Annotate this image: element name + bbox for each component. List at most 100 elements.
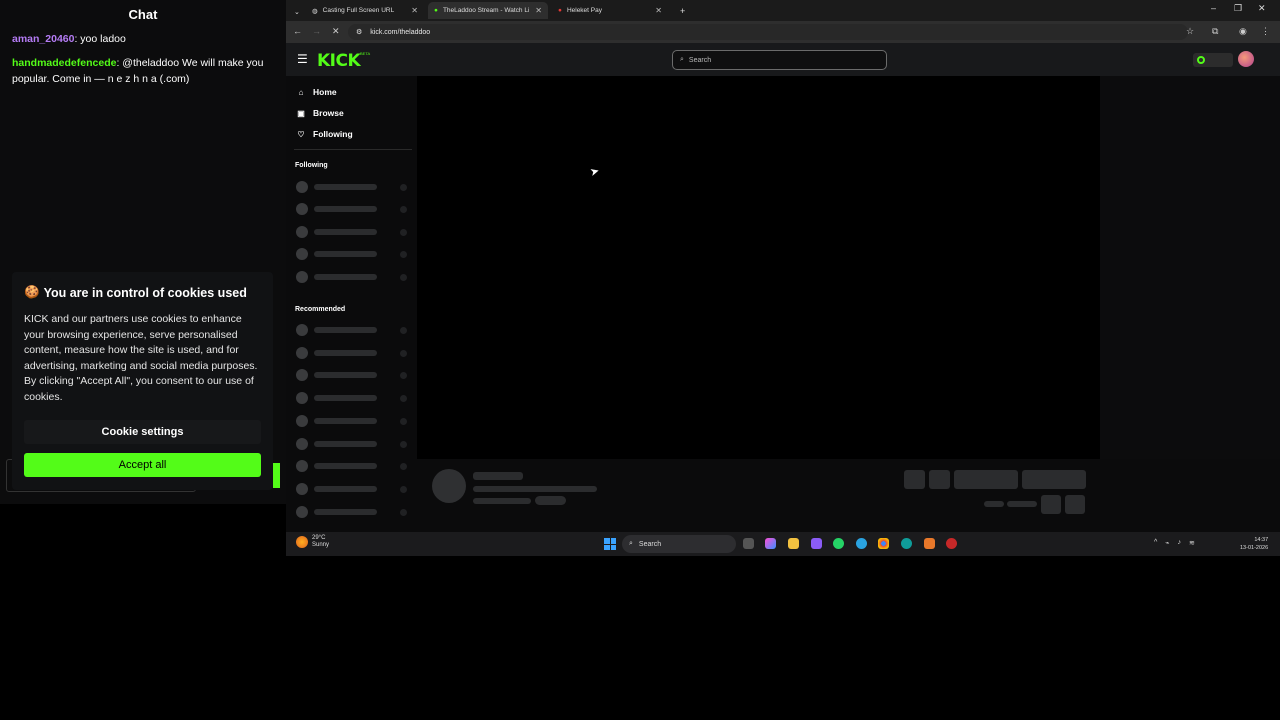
search-icon: ⌕ (680, 56, 684, 63)
app-icon[interactable] (946, 538, 957, 549)
hamburger-menu-icon[interactable]: ☰ (297, 52, 308, 66)
channel-skeleton (296, 483, 411, 495)
tab-strip: ⌄ ◍ Casting Full Screen URL ✕ ● TheLaddo… (286, 0, 1280, 21)
weather-temp: 29°C (312, 535, 326, 541)
skeleton-button (954, 470, 1018, 489)
site-info-icon[interactable]: ⚙ (356, 28, 362, 36)
file-explorer-icon[interactable] (788, 538, 799, 549)
app-icon[interactable] (811, 538, 822, 549)
bookmark-star-icon[interactable]: ☆ (1186, 26, 1194, 37)
mic-icon[interactable]: ♪ (1178, 539, 1182, 547)
new-tab-button[interactable]: + (674, 2, 691, 19)
skeleton-button (1065, 495, 1085, 514)
forward-icon[interactable]: → (312, 26, 321, 36)
close-tab-icon[interactable]: ✕ (411, 6, 418, 15)
copilot-icon[interactable] (765, 538, 776, 549)
weather-widget[interactable]: 29°C Sunny (296, 535, 329, 549)
clock[interactable]: 14:37 13-01-2026 (1240, 536, 1268, 552)
chat-message: aman_20460: yoo ladoo (0, 31, 286, 47)
skeleton-button (1022, 470, 1086, 489)
kick-page: ☰ KICK BETA ⌕ Search ⌂ Home ▣ Browse ♡ F… (286, 43, 1280, 532)
cookie-body: KICK and our partners use cookies to enh… (24, 313, 258, 403)
profile-icon[interactable]: ◉ (1239, 26, 1247, 37)
sidebar-item-following[interactable]: ♡ Following (296, 129, 352, 139)
sidebar-divider (294, 149, 412, 150)
restore-icon[interactable]: ❐ (1234, 3, 1242, 14)
channel-skeleton (296, 506, 411, 518)
cookie-title: 🍪 You are in control of cookies used (24, 285, 261, 300)
recommended-section-title: Recommended (295, 306, 346, 313)
kick-header: ☰ KICK BETA ⌕ Search (286, 43, 1280, 76)
tab-search-menu-icon[interactable]: ⌄ (288, 3, 306, 20)
accept-all-button[interactable]: Accept all (24, 453, 261, 477)
search-placeholder: Search (688, 56, 712, 64)
sidebar-item-label: Home (313, 87, 337, 97)
stop-loading-icon[interactable]: ✕ (332, 26, 340, 37)
channel-skeleton (296, 226, 411, 238)
following-section-title: Following (295, 162, 328, 169)
whatsapp-icon[interactable] (833, 538, 844, 549)
url-text: kick.com/theladdoo (370, 28, 431, 36)
kick-logo[interactable]: KICK (317, 51, 361, 71)
back-icon[interactable]: ← (293, 26, 302, 36)
chrome-icon[interactable] (878, 538, 889, 549)
channel-skeleton (296, 271, 411, 283)
channel-skeleton (296, 369, 411, 381)
streamer-avatar-skeleton (432, 469, 466, 503)
browser-toolbar: ← → ✕ ⚙ kick.com/theladdoo ☆ ⧉ ◉ ⋮ (286, 21, 1280, 43)
address-bar[interactable]: ⚙ kick.com/theladdoo (348, 24, 1188, 40)
chevron-up-icon[interactable]: ^ (1154, 539, 1157, 547)
close-tab-icon[interactable]: ✕ (535, 6, 542, 15)
avatar[interactable] (1238, 51, 1254, 67)
search-icon: ⌕ (629, 540, 633, 547)
network-icon[interactable]: ⌁ (1165, 539, 1169, 547)
close-tab-icon[interactable]: ✕ (655, 6, 662, 15)
skeleton-button (1041, 495, 1061, 514)
chat-username[interactable]: handmadedefencede (12, 57, 116, 69)
chat-panel: Chat aman_20460: yoo ladoo handmadedefen… (0, 0, 286, 504)
channel-skeleton (296, 347, 411, 359)
chat-send-button-edge[interactable] (273, 463, 280, 488)
channel-skeleton (296, 181, 411, 193)
menu-icon[interactable]: ⋮ (1261, 26, 1270, 37)
cookie-settings-button[interactable]: Cookie settings (24, 420, 261, 444)
tab-label: Heleket Pay (566, 7, 602, 14)
sun-icon (296, 536, 308, 548)
task-view-icon[interactable] (743, 538, 754, 549)
channel-skeleton (296, 324, 411, 336)
video-player[interactable] (417, 76, 1100, 459)
windows-start-icon[interactable] (604, 538, 616, 550)
edge-icon[interactable] (901, 538, 912, 549)
search-input[interactable]: ⌕ Search (672, 50, 887, 70)
wifi-icon[interactable]: ≋ (1189, 539, 1195, 547)
skeleton-bar (984, 501, 1004, 507)
chat-message: handmadedefencede: @theladdoo We will ma… (0, 55, 286, 87)
tab-heleket[interactable]: ● Heleket Pay ✕ (552, 2, 668, 19)
taskbar-search[interactable]: ⌕ Search (622, 535, 736, 553)
clock-time: 14:37 (1254, 537, 1269, 543)
channel-skeleton (296, 392, 411, 404)
kick-favicon-icon: ● (434, 7, 438, 14)
chat-username[interactable]: aman_20460 (12, 33, 74, 45)
extensions-icon[interactable]: ⧉ (1212, 26, 1218, 37)
taskbar: 29°C Sunny ⌕ Search ^ ⌁ ♪ ≋ 14:37 13-01-… (286, 532, 1280, 556)
sidebar-item-home[interactable]: ⌂ Home (296, 87, 337, 97)
taskbar-search-label: Search (638, 540, 662, 548)
skeleton-bar (473, 472, 523, 480)
cookie-icon: 🍪 (24, 285, 40, 299)
browse-icon: ▣ (297, 108, 305, 118)
toggle-knob (1197, 56, 1205, 64)
tab-theladdoo[interactable]: ● TheLaddoo Stream - Watch Liv ✕ (428, 2, 548, 19)
close-window-icon[interactable]: ✕ (1258, 3, 1266, 14)
tab-casting[interactable]: ◍ Casting Full Screen URL ✕ (306, 2, 424, 19)
skeleton-bar (1007, 501, 1037, 507)
minimize-icon[interactable]: – (1211, 3, 1216, 13)
sidebar-item-browse[interactable]: ▣ Browse (296, 108, 344, 118)
app-icon[interactable] (924, 538, 935, 549)
telegram-icon[interactable] (856, 538, 867, 549)
sidebar: ⌂ Home ▣ Browse ♡ Following Following Re… (286, 76, 417, 532)
theme-toggle[interactable] (1193, 53, 1233, 67)
chat-pane-placeholder (1100, 76, 1280, 459)
system-tray: ^ ⌁ ♪ ≋ (1154, 539, 1195, 547)
stream-info-skeleton (417, 459, 1100, 532)
